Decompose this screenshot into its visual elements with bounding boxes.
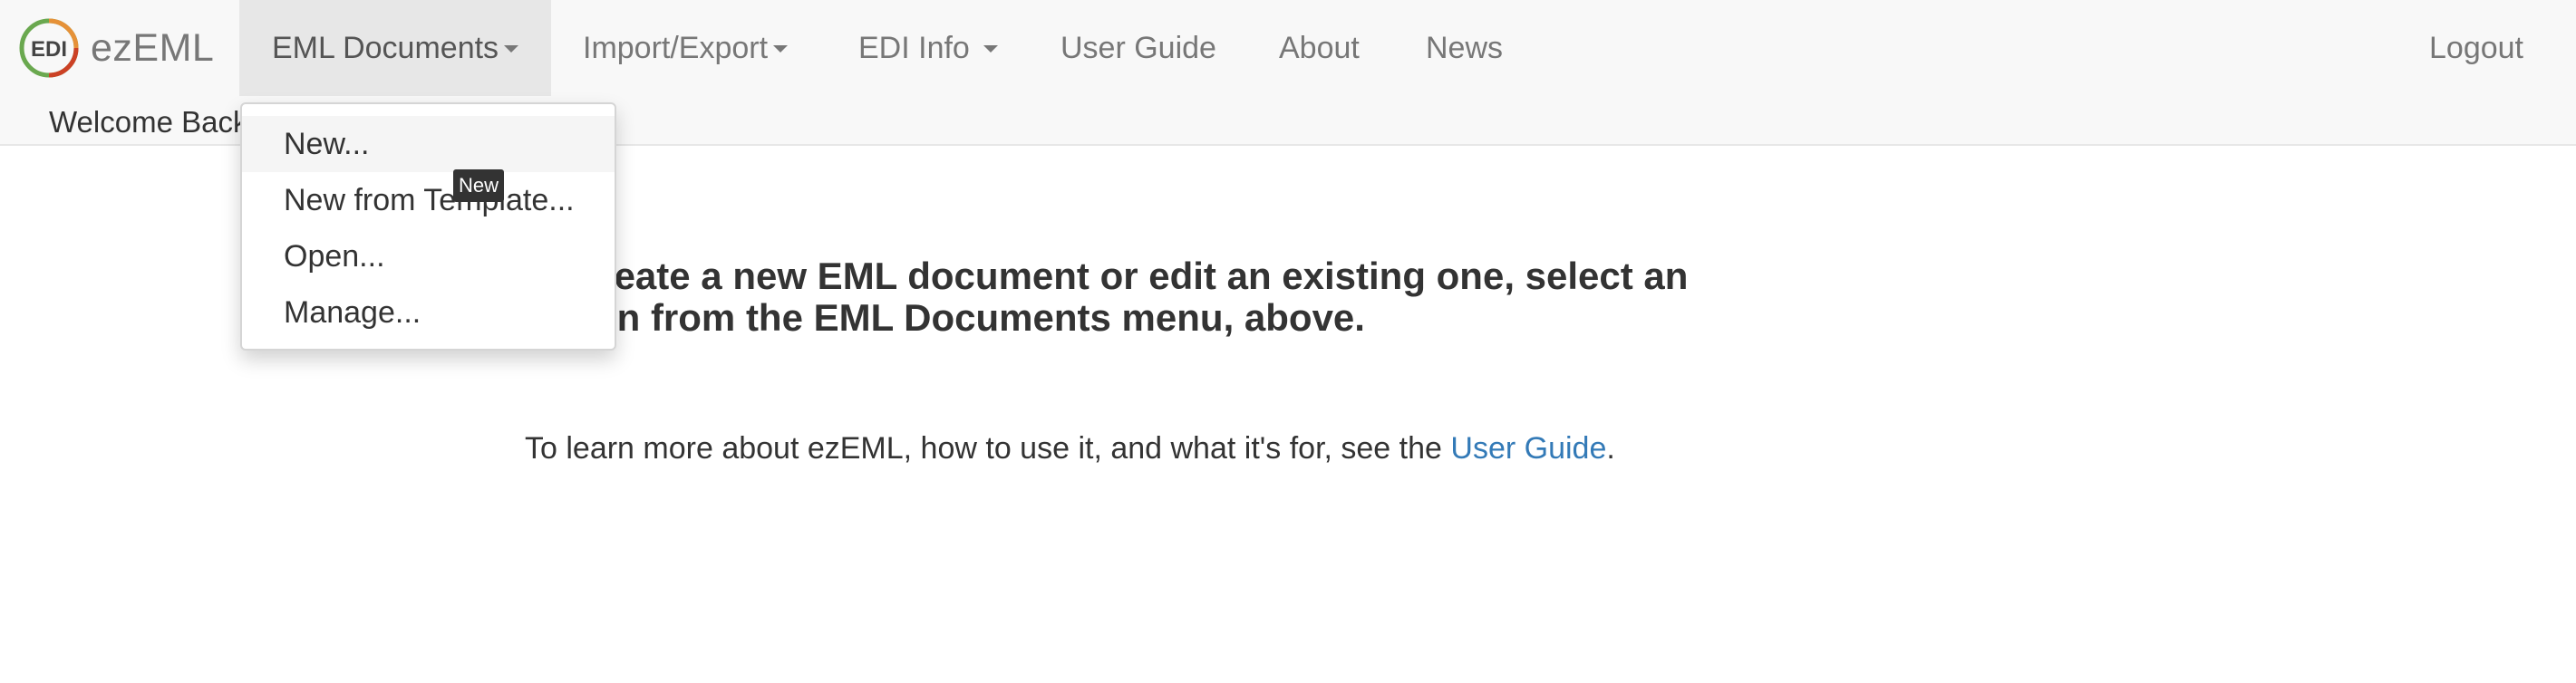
caret-down-icon	[504, 45, 519, 53]
nav-import-export-label: Import/Export	[583, 31, 769, 65]
logout-link[interactable]: Logout	[2429, 0, 2523, 96]
menu-item-new[interactable]: New...	[242, 116, 615, 172]
nav-user-guide-label: User Guide	[1060, 31, 1216, 65]
nav-eml-documents-label: EML Documents	[272, 31, 499, 65]
tooltip-new: New	[453, 169, 505, 202]
intro-line-2: option from the EML Documents menu, abov…	[524, 296, 1365, 339]
nav-import-export[interactable]: Import/Export	[583, 0, 789, 96]
menu-item-open[interactable]: Open...	[242, 228, 615, 284]
nav-edi-info-label: EDI Info	[858, 31, 970, 65]
caret-down-icon	[983, 45, 999, 53]
nav-user-guide[interactable]: User Guide	[1060, 0, 1216, 96]
menu-item-new-from-template[interactable]: New from Template...	[242, 172, 615, 228]
nav-about-label: About	[1279, 31, 1360, 65]
brand[interactable]: EDI ezEML	[18, 16, 214, 80]
learn-more-suffix: .	[1606, 431, 1615, 466]
nav-eml-documents[interactable]: EML Documents	[239, 0, 552, 96]
caret-down-icon	[773, 45, 789, 53]
intro-line-1: To create a new EML document or edit an …	[524, 255, 1689, 297]
nav-edi-info[interactable]: EDI Info	[858, 0, 999, 96]
nav-news[interactable]: News	[1426, 0, 1503, 96]
welcome-message: Welcome Back	[49, 105, 248, 139]
edi-logo-icon: EDI	[19, 18, 79, 78]
learn-more-prefix: To learn more about ezEML, how to use it…	[525, 431, 1451, 466]
eml-documents-dropdown-menu: New... New from Template... Open... Mana…	[240, 102, 616, 351]
user-guide-link[interactable]: User Guide	[1450, 431, 1606, 466]
nav-news-label: News	[1426, 31, 1504, 65]
learn-more-text: To learn more about ezEML, how to use it…	[525, 431, 1615, 467]
intro-heading: To create a new EML document or edit an …	[524, 255, 1802, 339]
logout-label: Logout	[2429, 31, 2523, 65]
nav-about[interactable]: About	[1279, 0, 1360, 96]
menu-item-manage[interactable]: Manage...	[242, 284, 615, 341]
svg-text:EDI: EDI	[31, 37, 67, 62]
brand-name: ezEML	[91, 25, 215, 70]
